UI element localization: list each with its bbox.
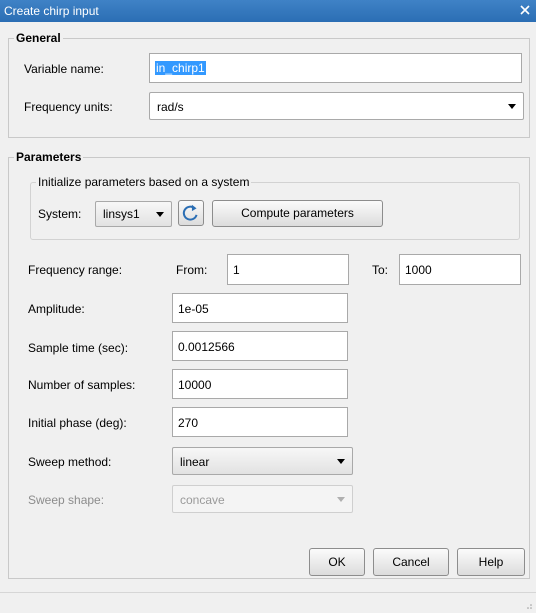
status-bar [0,592,536,613]
frequency-units-select[interactable]: rad/s [149,92,524,120]
create-chirp-dialog: Create chirp input General Variable name… [0,0,536,613]
parameters-group-title: Parameters [14,150,84,164]
sweep-method-value: linear [180,455,210,469]
initial-phase-value: 270 [178,416,199,430]
initial-phase-label: Initial phase (deg): [28,416,127,430]
amplitude-label: Amplitude: [28,302,85,316]
chevron-down-icon [337,497,345,502]
to-input[interactable]: 1000 [399,254,521,285]
sweep-method-select[interactable]: linear [172,447,353,475]
from-input[interactable]: 1 [227,254,349,285]
window-title: Create chirp input [4,4,99,18]
compute-parameters-label: Compute parameters [241,206,354,220]
close-icon[interactable] [518,2,532,18]
sample-time-value: 0.0012566 [178,340,235,354]
frequency-units-label: Frequency units: [24,100,113,114]
num-samples-label: Number of samples: [28,378,136,392]
help-label: Help [478,555,504,569]
system-select[interactable]: linsys1 [95,201,172,227]
init-params-title: Initialize parameters based on a system [36,175,252,189]
refresh-icon [182,204,198,221]
sample-time-input[interactable]: 0.0012566 [172,331,348,361]
ok-button[interactable]: OK [309,548,365,576]
to-label: To: [372,263,389,277]
general-group-title: General [14,31,63,45]
help-button[interactable]: Help [457,548,525,576]
variable-name-label: Variable name: [24,62,104,76]
frequency-range-label: Frequency range: [28,263,123,277]
refresh-button[interactable] [178,200,204,226]
cancel-button[interactable]: Cancel [373,548,449,576]
sweep-shape-select: concave [172,485,353,513]
num-samples-value: 10000 [178,378,212,392]
initial-phase-input[interactable]: 270 [172,407,348,437]
amplitude-input[interactable]: 1e-05 [172,293,348,323]
resize-grip-icon[interactable] [524,602,532,610]
to-value: 1000 [405,263,432,277]
sample-time-label: Sample time (sec): [28,341,129,355]
from-value: 1 [233,263,240,277]
amplitude-value: 1e-05 [178,302,209,316]
variable-name-value: in_chirp1 [155,61,206,75]
cancel-label: Cancel [392,555,430,569]
compute-parameters-button[interactable]: Compute parameters [212,200,383,227]
frequency-units-value: rad/s [157,100,184,114]
from-label: From: [176,263,208,277]
title-bar: Create chirp input [0,0,536,22]
system-label: System: [38,207,82,221]
chevron-down-icon [337,459,345,464]
ok-label: OK [328,555,346,569]
chevron-down-icon [508,104,516,109]
sweep-shape-label: Sweep shape: [28,493,105,507]
sweep-shape-value: concave [180,493,225,507]
chevron-down-icon [156,212,164,217]
sweep-method-label: Sweep method: [28,455,112,469]
num-samples-input[interactable]: 10000 [172,369,348,399]
system-value: linsys1 [103,207,140,221]
variable-name-input[interactable]: in_chirp1 [149,53,522,83]
